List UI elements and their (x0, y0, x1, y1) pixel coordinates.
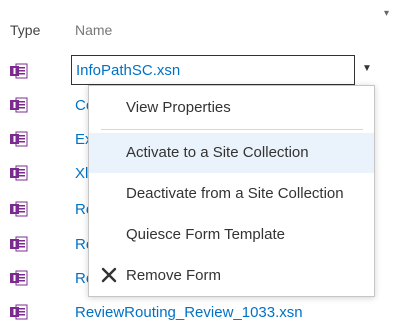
infopath-form-icon (10, 165, 28, 181)
menu-item-activate[interactable]: Activate to a Site Collection (89, 133, 374, 173)
chevron-down-icon[interactable]: ▼ (360, 62, 374, 76)
selected-name-cell[interactable]: InfoPathSC.xsn (71, 55, 355, 85)
header-chevron-icon[interactable]: ▾ (384, 8, 389, 19)
menu-item-deactivate[interactable]: Deactivate from a Site Collection (89, 174, 374, 214)
infopath-form-icon (10, 304, 28, 320)
menu-item-view-properties[interactable]: View Properties (89, 88, 374, 128)
table-row[interactable]: ReviewRouting_Review_1033.xsn (0, 296, 398, 330)
file-link[interactable]: ReviewRouting_Review_1033.xsn (75, 304, 303, 321)
file-link-infopathsc[interactable]: InfoPathSC.xsn (76, 62, 180, 79)
menu-item-label: Quiesce Form Template (126, 226, 285, 243)
menu-item-label: Activate to a Site Collection (126, 144, 309, 161)
context-menu: View Properties Activate to a Site Colle… (88, 85, 375, 297)
infopath-form-icon (10, 201, 28, 217)
menu-item-label: Remove Form (126, 267, 222, 284)
file-link[interactable]: Xl (75, 165, 88, 182)
infopath-form-icon (10, 236, 28, 252)
infopath-form-icon (10, 63, 28, 79)
infopath-form-icon (10, 97, 28, 113)
infopath-form-icon (10, 131, 28, 147)
column-header-type[interactable]: Type (10, 22, 40, 38)
menu-item-label: Deactivate from a Site Collection (126, 185, 344, 202)
column-header-name[interactable]: Name (75, 22, 112, 38)
infopath-form-icon (10, 270, 28, 286)
menu-item-remove-form[interactable]: Remove Form (89, 256, 374, 296)
menu-separator (101, 129, 363, 130)
list-header: Type Name ▾ (0, 0, 398, 56)
x-icon (101, 267, 117, 283)
menu-item-quiesce[interactable]: Quiesce Form Template (89, 215, 374, 255)
menu-item-label: View Properties (126, 99, 231, 116)
